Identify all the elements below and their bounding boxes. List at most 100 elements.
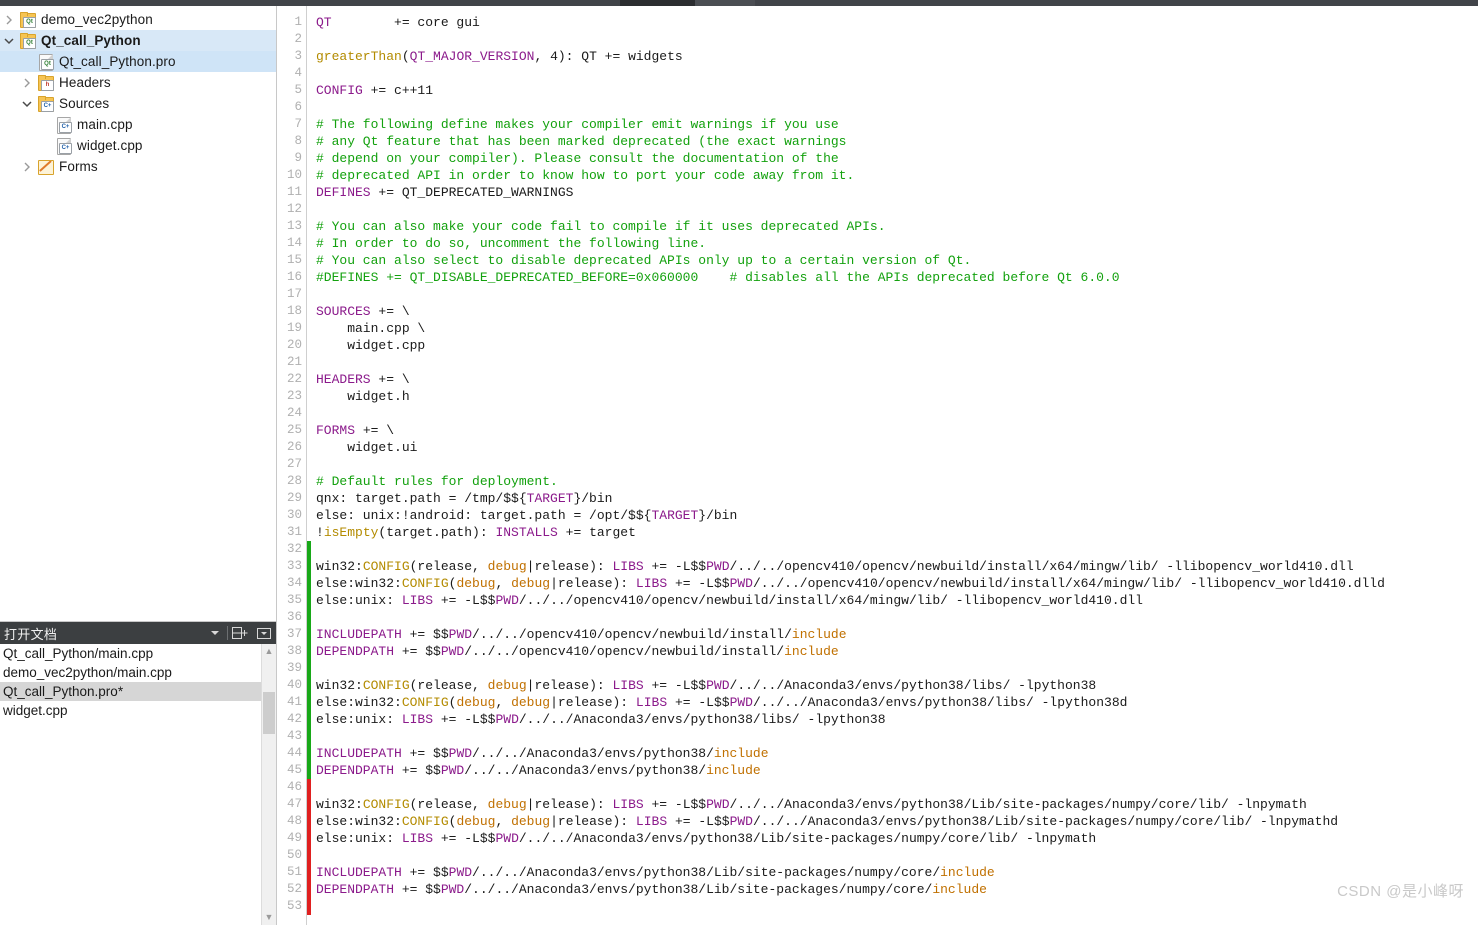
code-line[interactable]	[316, 65, 1478, 82]
chevron-right-icon[interactable]	[0, 15, 18, 25]
code-token: /../../opencv410/opencv/newbuild/install…	[518, 593, 1143, 608]
code-token: CONFIG	[401, 695, 449, 710]
open-documents-list[interactable]: Qt_call_Python/main.cpp demo_vec2python/m…	[0, 644, 276, 925]
code-line[interactable]: DEPENDPATH += $$PWD/../../opencv410/open…	[316, 643, 1478, 660]
chevron-right-icon[interactable]	[18, 78, 36, 88]
code-line[interactable]: QT += core gui	[316, 14, 1478, 31]
code-line[interactable]	[316, 354, 1478, 371]
code-line[interactable]	[316, 609, 1478, 626]
chevron-right-icon[interactable]	[18, 162, 36, 172]
code-line[interactable]	[316, 660, 1478, 677]
code-token: += \	[355, 423, 395, 438]
line-number: 14	[286, 236, 302, 250]
code-line[interactable]: # You can also make your code fail to co…	[316, 218, 1478, 235]
code-line[interactable]	[316, 405, 1478, 422]
code-line[interactable]: INCLUDEPATH += $$PWD/../../opencv410/ope…	[316, 626, 1478, 643]
code-line[interactable]: # any Qt feature that has been marked de…	[316, 133, 1478, 150]
code-line[interactable]: CONFIG += c++11	[316, 82, 1478, 99]
open-document-item[interactable]: Qt_call_Python.pro*	[0, 682, 276, 701]
code-line[interactable]: #DEFINES += QT_DISABLE_DEPRECATED_BEFORE…	[316, 269, 1478, 286]
code-line[interactable]: else:win32:CONFIG(debug, debug|release):…	[316, 575, 1478, 592]
code-line[interactable]: # deprecated API in order to know how to…	[316, 167, 1478, 184]
code-line[interactable]: DEFINES += QT_DEPRECATED_WARNINGS	[316, 184, 1478, 201]
open-document-item[interactable]: demo_vec2python/main.cpp	[0, 663, 276, 682]
tree-item-label: main.cpp	[77, 117, 133, 132]
code-line[interactable]: # The following define makes your compil…	[316, 116, 1478, 133]
tree-item-widget-cpp[interactable]: C+ widget.cpp	[0, 135, 276, 156]
code-line[interactable]: qnx: target.path = /tmp/$${TARGET}/bin	[316, 490, 1478, 507]
code-line[interactable]: main.cpp \	[316, 320, 1478, 337]
code-line[interactable]: INCLUDEPATH += $$PWD/../../Anaconda3/env…	[316, 864, 1478, 881]
line-number: 1	[294, 15, 302, 29]
code-line[interactable]: # In order to do so, uncomment the follo…	[316, 235, 1478, 252]
tree-item-demo-vec2python[interactable]: Qt demo_vec2python	[0, 9, 276, 30]
code-line[interactable]: !isEmpty(target.path): INSTALLS += targe…	[316, 524, 1478, 541]
code-line[interactable]: else:win32:CONFIG(debug, debug|release):…	[316, 694, 1478, 711]
code-line[interactable]: DEPENDPATH += $$PWD/../../Anaconda3/envs…	[316, 762, 1478, 779]
code-line[interactable]: INCLUDEPATH += $$PWD/../../Anaconda3/env…	[316, 745, 1478, 762]
code-line[interactable]	[316, 847, 1478, 864]
code-line[interactable]: else: unix:!android: target.path = /opt/…	[316, 507, 1478, 524]
tree-item-main-cpp[interactable]: C+ main.cpp	[0, 114, 276, 135]
code-line[interactable]	[316, 286, 1478, 303]
code-token: PWD	[440, 882, 465, 897]
code-line[interactable]: greaterThan(QT_MAJOR_VERSION, 4): QT += …	[316, 48, 1478, 65]
open-documents-scrollbar[interactable]: ▲ ▼	[261, 644, 276, 925]
line-number: 45	[286, 763, 302, 777]
chevron-down-icon[interactable]	[18, 100, 36, 108]
code-token: |release):	[550, 814, 636, 829]
code-line[interactable]: # You can also select to disable depreca…	[316, 252, 1478, 269]
code-token: # depend on your compiler). Please consu…	[316, 151, 839, 166]
code-editor[interactable]: 1 2 3 4 5 6 7 8 9 10 11 12 13 14 15 16 17 18 19 20 21 22 23 24 2…	[277, 6, 1478, 925]
code-line[interactable]: win32:CONFIG(release, debug|release): LI…	[316, 796, 1478, 813]
code-line[interactable]	[316, 541, 1478, 558]
scroll-down-arrow[interactable]: ▼	[262, 913, 276, 922]
code-token: DEFINES	[316, 185, 371, 200]
open-documents-header: 打开文档	[0, 622, 276, 644]
chevron-down-icon[interactable]	[0, 37, 18, 45]
code-line[interactable]: else:unix: LIBS += -L$$PWD/../../Anacond…	[316, 711, 1478, 728]
tree-item-qt-call-python[interactable]: Qt Qt_call_Python	[0, 30, 276, 51]
code-line[interactable]	[316, 728, 1478, 745]
split-pane-icon[interactable]	[228, 622, 252, 644]
code-line[interactable]: FORMS += \	[316, 422, 1478, 439]
code-line[interactable]	[316, 898, 1478, 915]
code-line[interactable]: # depend on your compiler). Please consu…	[316, 150, 1478, 167]
scrollbar-thumb[interactable]	[263, 692, 275, 734]
code-line[interactable]: HEADERS += \	[316, 371, 1478, 388]
code-line[interactable]	[316, 779, 1478, 796]
tree-item-headers[interactable]: h Headers	[0, 72, 276, 93]
qt-pro-file-icon: Qt	[36, 53, 54, 71]
code-line[interactable]: DEPENDPATH += $$PWD/../../Anaconda3/envs…	[316, 881, 1478, 898]
open-document-item[interactable]: Qt_call_Python/main.cpp	[0, 644, 276, 663]
close-panel-icon[interactable]	[252, 622, 276, 644]
code-line[interactable]: else:win32:CONFIG(debug, debug|release):…	[316, 813, 1478, 830]
code-line[interactable]: widget.cpp	[316, 337, 1478, 354]
code-line[interactable]: win32:CONFIG(release, debug|release): LI…	[316, 558, 1478, 575]
open-document-item[interactable]: widget.cpp	[0, 701, 276, 720]
code-line[interactable]	[316, 31, 1478, 48]
chevron-down-icon[interactable]	[203, 622, 227, 644]
code-content[interactable]: QT += core gui greaterThan(QT_MAJOR_VERS…	[311, 6, 1478, 925]
code-line[interactable]	[316, 201, 1478, 218]
code-token: += $$	[394, 882, 441, 897]
code-line[interactable]: # Default rules for deployment.	[316, 473, 1478, 490]
tree-item-label: Sources	[59, 96, 110, 111]
tree-item-forms[interactable]: Forms	[0, 156, 276, 177]
code-token: include	[784, 644, 839, 659]
code-line[interactable]	[316, 99, 1478, 116]
code-line[interactable]: SOURCES += \	[316, 303, 1478, 320]
code-line[interactable]: else:unix: LIBS += -L$$PWD/../../opencv4…	[316, 592, 1478, 609]
code-line[interactable]: win32:CONFIG(release, debug|release): LI…	[316, 677, 1478, 694]
project-tree[interactable]: Qt demo_vec2python Qt Qt_call_Python Qt Qt_ca…	[0, 6, 276, 621]
code-line[interactable]	[316, 456, 1478, 473]
code-line[interactable]: else:unix: LIBS += -L$$PWD/../../Anacond…	[316, 830, 1478, 847]
code-token: DEPENDPATH	[316, 644, 395, 659]
tree-item-sources[interactable]: C+ Sources	[0, 93, 276, 114]
code-line[interactable]: widget.ui	[316, 439, 1478, 456]
sources-folder-icon: C+	[36, 95, 54, 112]
code-line[interactable]: widget.h	[316, 388, 1478, 405]
code-token: PWD	[440, 644, 465, 659]
scroll-up-arrow[interactable]: ▲	[262, 647, 276, 656]
tree-item-qt-call-python-pro[interactable]: Qt Qt_call_Python.pro	[0, 51, 276, 72]
